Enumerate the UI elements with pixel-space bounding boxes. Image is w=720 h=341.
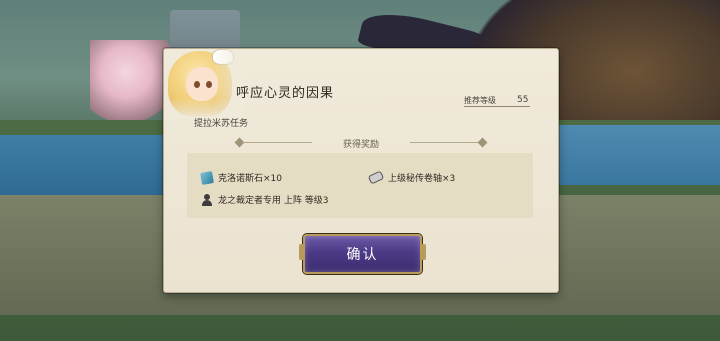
- scroll-icon: [367, 170, 385, 185]
- water-right: [550, 125, 720, 185]
- quest-subtitle: 提拉米苏任务: [194, 119, 249, 129]
- rewards-header: 获得奖励: [234, 137, 488, 150]
- recommend-level-value: 55: [517, 95, 529, 105]
- water-left: [0, 135, 170, 195]
- quest-dialog: 呼应心灵的因果 提拉米苏任务 推荐等级 55 获得奖励 克洛诺斯石×10 上级秘…: [163, 48, 559, 293]
- reward-label: 龙之裁定者专用 上阵 等级3: [218, 196, 329, 206]
- reward-label: 克洛诺斯石×10: [218, 174, 282, 184]
- stone-icon: [200, 170, 214, 185]
- reward-item: 龙之裁定者专用 上阵 等级3: [201, 193, 328, 206]
- rewards-header-label: 获得奖励: [342, 140, 379, 150]
- divider-line: [410, 142, 480, 143]
- character-portrait: [164, 49, 244, 119]
- recommend-level-label: 推荐等级: [464, 96, 496, 105]
- recommend-underline: [464, 106, 530, 107]
- dialog-title: 呼应心灵的因果: [236, 86, 335, 101]
- reward-label: 上级秘传卷轴×3: [388, 174, 456, 184]
- reward-item: 克洛诺斯石×10: [200, 170, 282, 185]
- confirm-button[interactable]: 确认: [299, 234, 426, 274]
- reward-item: 上级秘传卷轴×3: [367, 170, 456, 185]
- confirm-button-label: 确认: [346, 247, 379, 263]
- rewards-panel: 克洛诺斯石×10 上级秘传卷轴×3 龙之裁定者专用 上阵 等级3: [187, 153, 533, 218]
- person-icon: [201, 193, 213, 206]
